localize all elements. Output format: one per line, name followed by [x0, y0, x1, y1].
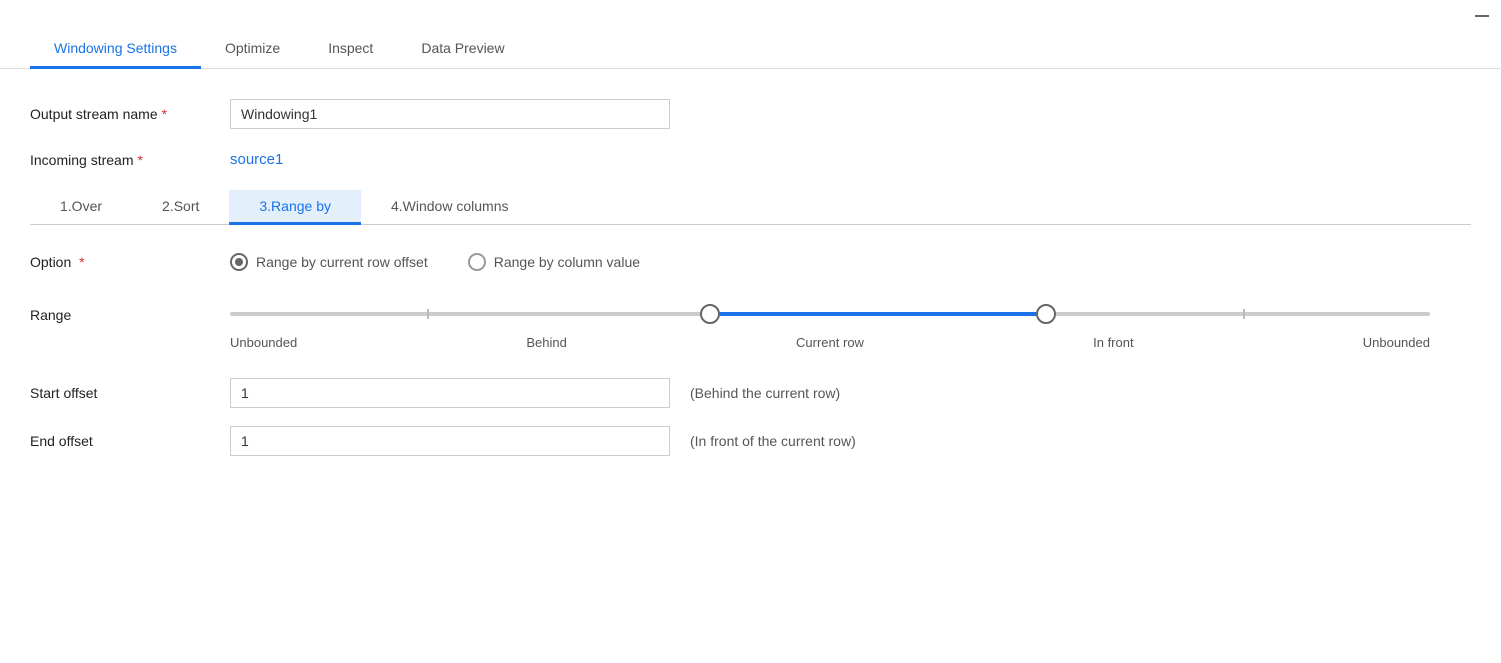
- end-offset-input[interactable]: [230, 426, 670, 456]
- sub-tab-over[interactable]: 1.Over: [30, 190, 132, 225]
- main-tabs: Windowing Settings Optimize Inspect Data…: [0, 28, 1501, 69]
- radio-label-2: Range by column value: [494, 254, 640, 270]
- tick-1: [427, 309, 429, 319]
- range-label-in-front: In front: [1093, 335, 1133, 350]
- radio-current-row-offset[interactable]: Range by current row offset: [230, 253, 428, 271]
- content-area: Output stream name* Incoming stream* sou…: [0, 69, 1501, 504]
- start-offset-row: Start offset (Behind the current row): [30, 378, 1471, 408]
- slider-fill: [710, 312, 1046, 316]
- tick-4: [1243, 309, 1245, 319]
- range-label-current-row: Current row: [796, 335, 864, 350]
- radio-circle-2[interactable]: [468, 253, 486, 271]
- output-stream-row: Output stream name*: [30, 99, 1471, 129]
- output-stream-label: Output stream name*: [30, 106, 230, 122]
- radio-column-value[interactable]: Range by column value: [468, 253, 640, 271]
- start-offset-hint: (Behind the current row): [690, 385, 840, 401]
- incoming-stream-label: Incoming stream*: [30, 152, 230, 168]
- tab-optimize[interactable]: Optimize: [201, 28, 304, 69]
- start-offset-input[interactable]: [230, 378, 670, 408]
- start-offset-label: Start offset: [30, 385, 230, 401]
- top-bar: [0, 0, 1501, 28]
- tab-data-preview[interactable]: Data Preview: [397, 28, 528, 69]
- end-offset-label: End offset: [30, 433, 230, 449]
- sub-tab-range-by[interactable]: 3.Range by: [229, 190, 361, 225]
- required-star-option: *: [75, 254, 84, 270]
- slider-track-wrapper: [230, 299, 1430, 329]
- radio-circle-1[interactable]: [230, 253, 248, 271]
- minimize-icon[interactable]: [1475, 15, 1489, 17]
- sub-tab-window-columns[interactable]: 4.Window columns: [361, 190, 539, 225]
- required-star-output: *: [162, 106, 167, 122]
- sub-tabs: 1.Over 2.Sort 3.Range by 4.Window column…: [30, 190, 1471, 225]
- slider-thumb-start[interactable]: [700, 304, 720, 324]
- radio-group: Range by current row offset Range by col…: [230, 253, 640, 271]
- required-star-incoming: *: [137, 152, 142, 168]
- output-stream-input[interactable]: [230, 99, 670, 129]
- incoming-stream-link[interactable]: source1: [230, 151, 283, 168]
- range-container: Unbounded Behind Current row In front Un…: [230, 299, 1430, 350]
- incoming-stream-row: Incoming stream* source1: [30, 151, 1471, 168]
- sub-tab-sort[interactable]: 2.Sort: [132, 190, 229, 225]
- range-label-unbounded-left: Unbounded: [230, 335, 297, 350]
- tab-inspect[interactable]: Inspect: [304, 28, 397, 69]
- slider-thumb-end[interactable]: [1036, 304, 1056, 324]
- option-label: Option *: [30, 254, 230, 270]
- radio-label-1: Range by current row offset: [256, 254, 428, 270]
- main-window: Windowing Settings Optimize Inspect Data…: [0, 0, 1501, 663]
- range-label-unbounded-right: Unbounded: [1363, 335, 1430, 350]
- range-label: Range: [30, 299, 230, 323]
- end-offset-hint: (In front of the current row): [690, 433, 856, 449]
- option-row: Option * Range by current row offset Ran…: [30, 253, 1471, 271]
- range-label-behind: Behind: [526, 335, 566, 350]
- range-row: Range Unbound: [30, 299, 1471, 350]
- tab-windowing-settings[interactable]: Windowing Settings: [30, 28, 201, 69]
- end-offset-row: End offset (In front of the current row): [30, 426, 1471, 456]
- range-labels: Unbounded Behind Current row In front Un…: [230, 335, 1430, 350]
